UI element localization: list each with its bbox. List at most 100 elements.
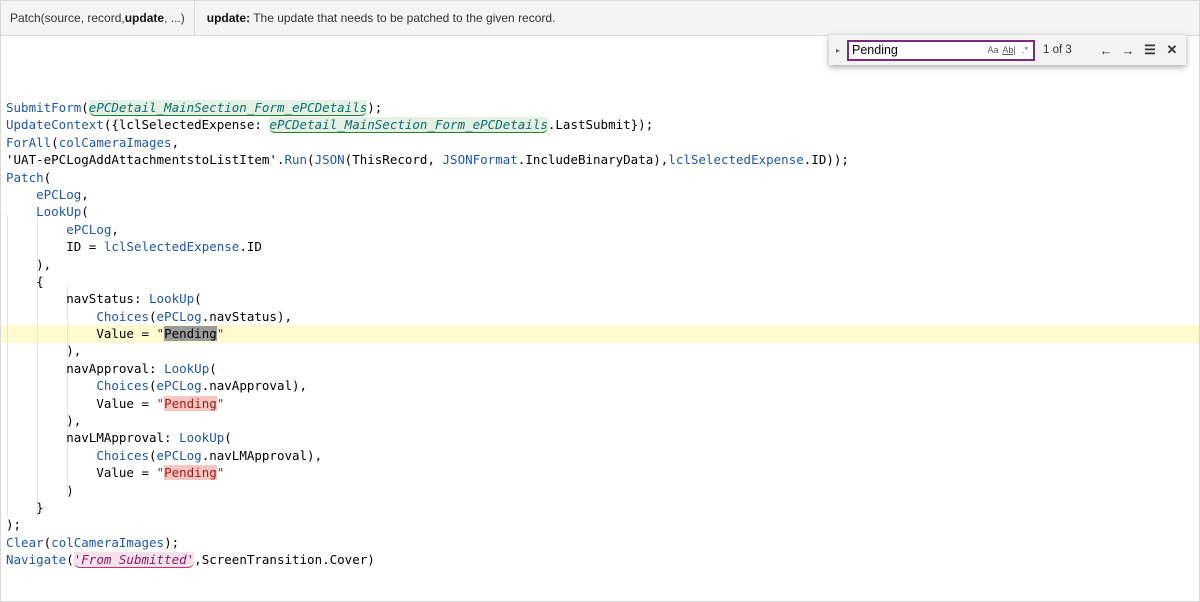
token-text: ( <box>149 378 157 394</box>
token-control-ref: ePCDetail_MainSection_Form_ePCDetails <box>269 117 548 134</box>
token-text: { <box>6 273 44 289</box>
token-datasource: ePCLog <box>66 221 112 237</box>
token-function: Navigate <box>6 552 67 568</box>
token-string-quote: " <box>216 326 225 342</box>
signature-suffix: , ...) <box>164 11 185 25</box>
use-regex-icon[interactable]: .* <box>1017 45 1033 55</box>
token-text: ), <box>6 343 82 359</box>
code-content[interactable]: SubmitForm(ePCDetail_MainSection_Form_eP… <box>6 99 849 569</box>
token-text: ) <box>6 482 74 498</box>
token-text: , <box>111 221 119 237</box>
code-line: ), <box>6 342 849 359</box>
token-text: navLMApproval: <box>66 430 180 446</box>
find-input[interactable] <box>849 43 985 57</box>
find-input-box: Aa Ab| .* <box>847 39 1035 61</box>
toggle-replace-chevron-icon[interactable]: ▸ <box>831 46 845 55</box>
token-function: JSON <box>314 152 345 168</box>
formula-editor[interactable]: SubmitForm(ePCDetail_MainSection_Form_eP… <box>0 35 1200 602</box>
token-function: LookUp <box>36 204 82 220</box>
match-case-icon[interactable]: Aa <box>985 45 1001 55</box>
token-text: ,ScreenTransition.Cover) <box>194 552 375 568</box>
previous-match-arrow-icon[interactable]: ← <box>1095 43 1117 58</box>
token-screen-ref: 'From Submitted' <box>73 552 195 569</box>
match-whole-word-icon[interactable]: Ab| <box>1001 45 1017 55</box>
token-text: ( <box>194 291 202 307</box>
token-function: Run <box>284 152 308 168</box>
token-text: .ID)); <box>803 152 849 168</box>
token-text: .navLMApproval), <box>201 447 323 463</box>
signature-active-param: update <box>124 11 165 25</box>
token-text: Value = <box>96 326 157 342</box>
close-find-icon[interactable]: ✕ <box>1161 42 1183 58</box>
token-function: Clear <box>6 534 44 550</box>
token-function: Patch <box>6 169 44 185</box>
token-variable: colCameraImages <box>51 534 165 550</box>
find-match-current: Pending <box>164 326 217 342</box>
token-variable: lclSelectedExpense <box>103 239 240 255</box>
token-text: 'UAT-ePCLogAddAttachmentstoListItem'. <box>6 152 285 168</box>
code-line: Value = "Pending" <box>6 395 849 412</box>
token-string-quote: " <box>156 326 165 342</box>
code-line: Value = "Pending" <box>6 464 849 481</box>
token-text: , <box>81 186 89 202</box>
next-match-arrow-icon[interactable]: → <box>1117 43 1139 58</box>
token-function: Choices <box>96 308 149 324</box>
code-line: navApproval: LookUp( <box>6 360 849 377</box>
token-text: ( <box>307 152 315 168</box>
find-match: Pending <box>164 465 217 481</box>
code-line: { <box>6 273 849 290</box>
token-text: (ThisRecord, <box>344 152 443 168</box>
token-function: UpdateContext <box>6 117 104 133</box>
token-string-quote: " <box>216 395 225 411</box>
token-variable: lclSelectedExpense <box>668 152 804 168</box>
code-line: UpdateContext({lclSelectedExpense: ePCDe… <box>6 116 849 134</box>
token-text: navApproval: <box>66 360 165 376</box>
token-function: LookUp <box>149 291 195 307</box>
code-line: ); <box>6 516 849 533</box>
token-string-quote: " <box>156 465 165 481</box>
token-string-quote: " <box>216 465 225 481</box>
code-line: ForAll(colCameraImages, <box>6 134 849 151</box>
token-text: ( <box>43 169 52 185</box>
code-line: SubmitForm(ePCDetail_MainSection_Form_eP… <box>6 99 849 116</box>
token-text: Value = <box>96 465 157 481</box>
signature-help-bar: Patch(source, record, update, ...) updat… <box>0 0 1200 36</box>
token-function: SubmitForm <box>6 100 82 115</box>
token-text: ); <box>164 534 180 550</box>
code-line: Navigate('From Submitted',ScreenTransiti… <box>6 551 849 569</box>
token-text: } <box>6 499 44 515</box>
token-text: ); <box>367 100 383 115</box>
token-function: Choices <box>96 378 149 394</box>
code-line: Choices(ePCLog.navApproval), <box>6 377 849 394</box>
code-line: LookUp( <box>6 203 849 220</box>
token-text: , <box>171 134 180 150</box>
token-text: ({lclSelectedExpense: <box>103 117 270 133</box>
find-in-selection-icon[interactable]: ☰ <box>1139 42 1161 58</box>
code-line: Patch( <box>6 169 849 186</box>
token-text: .navStatus), <box>201 308 292 324</box>
code-line: ), <box>6 256 849 273</box>
find-result-count: 1 of 3 <box>1043 44 1072 56</box>
code-line: ePCLog, <box>6 186 849 203</box>
token-text: ( <box>81 100 89 115</box>
token-text: .navApproval), <box>201 378 308 394</box>
token-text: ( <box>66 552 74 568</box>
code-line: ePCLog, <box>6 221 849 238</box>
code-line: Choices(ePCLog.navStatus), <box>6 308 849 325</box>
code-line: ) <box>6 482 849 499</box>
token-text: ), <box>6 256 52 272</box>
token-variable: colCameraImages <box>58 134 172 150</box>
token-text: .ID <box>239 239 262 255</box>
code-line: 'UAT-ePCLogAddAttachmentstoListItem'.Run… <box>6 151 849 168</box>
token-text: ( <box>149 447 157 463</box>
token-text: ( <box>224 430 232 446</box>
token-text: ), <box>6 413 82 429</box>
token-datasource: ePCLog <box>156 308 202 324</box>
token-datasource: ePCLog <box>36 186 82 202</box>
